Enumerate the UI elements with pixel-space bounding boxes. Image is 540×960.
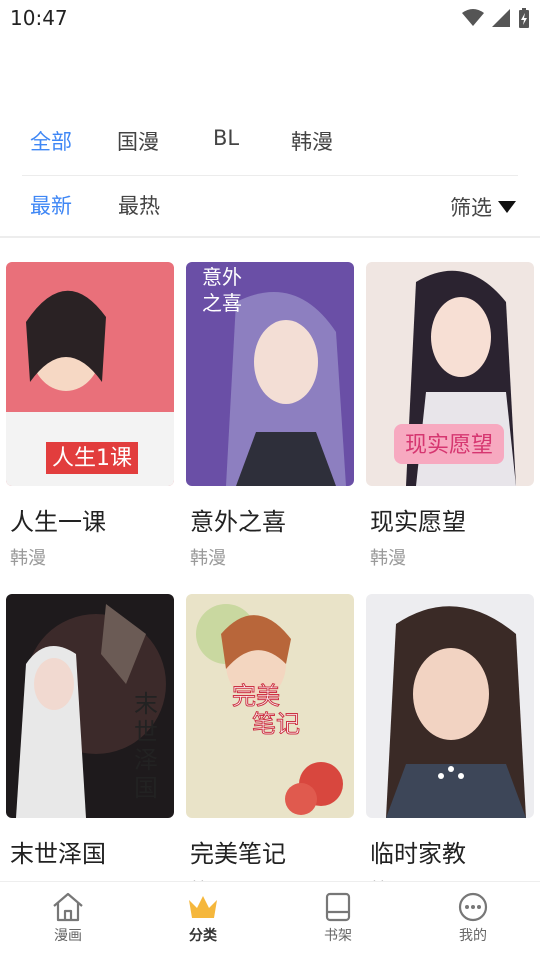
tab-bl[interactable]: BL <box>213 126 239 150</box>
comic-tag: 韩漫 <box>370 548 406 569</box>
tabs-divider <box>22 175 518 176</box>
home-icon <box>53 892 83 922</box>
svg-text:笔记: 笔记 <box>252 710 300 738</box>
svg-text:国: 国 <box>134 774 158 802</box>
svg-text:意外: 意外 <box>202 265 242 289</box>
nav-label: 我的 <box>459 928 487 944</box>
section-divider <box>0 236 540 238</box>
svg-text:之喜: 之喜 <box>202 291 242 315</box>
comic-card[interactable]: 末 世 泽 国 末世泽国 国漫 <box>6 594 174 901</box>
comic-title: 意外之喜 <box>190 508 286 536</box>
tab-all[interactable]: 全部 <box>30 126 72 156</box>
svg-text:世: 世 <box>134 718 158 746</box>
signal-icon <box>492 9 510 27</box>
comic-card[interactable]: 人生1课 人生一课 韩漫 <box>6 262 174 569</box>
comic-cover[interactable]: 现实愿望 <box>366 262 534 486</box>
comic-title: 人生一课 <box>10 508 106 536</box>
comic-card[interactable]: 现实愿望 现实愿望 韩漫 <box>366 262 534 569</box>
nav-comics[interactable]: 漫画 <box>23 892 113 945</box>
comic-cover[interactable]: 完美 笔记 <box>186 594 354 818</box>
comic-tag: 韩漫 <box>10 548 46 569</box>
book-icon <box>325 892 351 922</box>
comic-card[interactable]: 完美 笔记 完美笔记 韩漫 <box>186 594 354 901</box>
nav-label: 书架 <box>324 928 352 944</box>
nav-profile[interactable]: 我的 <box>428 892 518 945</box>
svg-text:末: 末 <box>134 690 158 718</box>
battery-icon <box>519 8 529 28</box>
tab-guoman[interactable]: 国漫 <box>117 126 159 156</box>
comic-card[interactable]: 临时家教 韩漫 <box>366 594 534 901</box>
comic-title: 临时家教 <box>370 840 466 868</box>
svg-text:完美: 完美 <box>232 682 280 710</box>
nav-label: 漫画 <box>54 928 82 944</box>
svg-text:泽: 泽 <box>134 746 158 774</box>
triangle-down-icon <box>498 201 516 213</box>
comic-title: 现实愿望 <box>370 508 466 536</box>
comic-title: 完美笔记 <box>190 840 286 868</box>
comic-cover[interactable] <box>366 594 534 818</box>
sort-newest[interactable]: 最新 <box>30 190 72 220</box>
comic-title: 末世泽国 <box>10 840 106 868</box>
filter-button[interactable]: 筛选 <box>450 192 516 222</box>
filter-label: 筛选 <box>450 196 492 220</box>
status-icons <box>462 8 530 28</box>
bottom-nav: 漫画 分类 书架 我的 <box>0 881 540 960</box>
svg-text:现实愿望: 现实愿望 <box>405 433 493 458</box>
nav-bookshelf[interactable]: 书架 <box>293 892 383 945</box>
nav-category[interactable]: 分类 <box>158 892 248 945</box>
comic-card[interactable]: 意外 之喜 意外之喜 韩漫 <box>186 262 354 569</box>
sort-hottest[interactable]: 最热 <box>118 190 160 220</box>
comic-cover[interactable]: 末 世 泽 国 <box>6 594 174 818</box>
category-tabs: 全部 国漫 BL 韩漫 <box>0 118 540 164</box>
status-bar: 10:47 <box>0 0 540 36</box>
tab-hanman[interactable]: 韩漫 <box>291 126 333 156</box>
wifi-icon <box>462 9 484 26</box>
more-circle-icon <box>458 892 488 922</box>
comic-cover[interactable]: 意外 之喜 <box>186 262 354 486</box>
crown-icon <box>189 896 217 918</box>
comic-cover[interactable]: 人生1课 <box>6 262 174 486</box>
nav-label: 分类 <box>189 928 217 944</box>
status-time: 10:47 <box>10 6 68 30</box>
comic-tag: 韩漫 <box>190 548 226 569</box>
svg-text:人生1课: 人生1课 <box>52 446 132 471</box>
